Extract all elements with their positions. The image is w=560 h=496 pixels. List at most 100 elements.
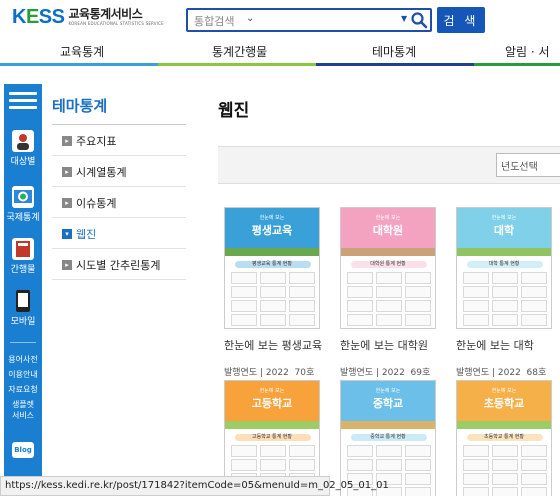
quick-link-data-request[interactable]: 자료요청 — [4, 384, 42, 395]
sidebar-item-key-indicators[interactable]: ▸ 주요지표 — [52, 125, 186, 156]
sidebar-item-label: 시계열통계 — [76, 166, 127, 179]
gnb-item-notice[interactable]: 알림 · 서 — [505, 43, 550, 60]
gnb-item-publications[interactable]: 통계간행물 — [212, 43, 267, 60]
sidebar-item-label: 이슈통계 — [76, 197, 117, 210]
quick-item-label: 대상별 — [10, 157, 36, 167]
search-category-chevron-icon[interactable]: ⌄ — [246, 13, 254, 24]
cover-subtitle: 한눈에 보는 — [491, 388, 517, 394]
cover-stat-cell — [463, 300, 489, 312]
meta-issue: 68호 — [526, 368, 547, 378]
cover-stat-cell — [289, 272, 315, 284]
quick-item-international[interactable]: 국제통계 — [4, 186, 42, 223]
cover-stat-cell — [405, 487, 431, 496]
cover-title: 평생교육 — [251, 224, 293, 237]
webzine-cover-image[interactable]: 한눈에 보는대학원대학원 통계 현황 — [340, 207, 436, 329]
search-icon[interactable] — [410, 11, 428, 29]
quick-item-publications[interactable]: 간행물 — [4, 238, 42, 275]
cover-stat-cell — [260, 445, 286, 457]
meta-year: 2022 — [265, 368, 289, 378]
page-title: 웹진 — [218, 101, 250, 121]
cover-subtitle: 한눈에 보는 — [375, 215, 401, 221]
quick-item-label: 간행물 — [10, 265, 36, 275]
cover-stat-cell — [231, 459, 257, 471]
logo-subtitle: KOREAN EDUCATIONAL STATISTICS SERVICE — [68, 21, 164, 26]
cover-title: 대학 — [493, 224, 515, 237]
cover-stat-cell — [289, 314, 315, 326]
cover-subtitle: 한눈에 보는 — [259, 388, 285, 394]
cover-subtitle: 한눈에 보는 — [259, 215, 285, 221]
gnb-color-bar — [158, 63, 316, 66]
search-button[interactable]: 검 색 — [437, 7, 485, 33]
meta-label: 발행연도 — [224, 368, 258, 378]
cover-band-label: 중학교 통계 현황 — [370, 434, 406, 440]
sidebar-item-webzine[interactable]: ▾ 웹진 — [52, 218, 186, 249]
search-input[interactable]: 통합검색 ⌄ ▼ — [186, 8, 432, 32]
sidebar-item-regional-stats[interactable]: ▸ 시도별 간추린통계 — [52, 249, 186, 280]
quick-item-mobile[interactable]: 모바일 — [4, 290, 42, 327]
sidebar-item-label: 주요지표 — [76, 135, 117, 148]
cover-stat-cell — [521, 314, 547, 326]
quick-item-target[interactable]: 대상별 — [4, 130, 42, 167]
cover-band-label: 고등학교 통계 현황 — [252, 434, 292, 440]
webzine-cover-image[interactable]: 한눈에 보는 초등학교 초등학교 통계 현황 — [456, 380, 552, 496]
cover-stat-cell — [521, 445, 547, 457]
year-select[interactable]: 년도선택 — [496, 153, 560, 177]
cover-stat-cell — [347, 272, 373, 284]
webzine-cover-image[interactable]: 한눈에 보는 평생교육 평생교육 통계 현황 — [224, 207, 320, 329]
cover-stat-cell — [289, 445, 315, 457]
cover-stat-cell — [405, 272, 431, 284]
globe-icon — [12, 186, 34, 208]
quick-sidebar: 대상별 국제통계 간행물 모바일 용어사전 이용안내 자료요청 생플렛 서비스 … — [4, 84, 42, 496]
cover-stat-cell — [492, 487, 518, 496]
cover-stat-cell — [405, 445, 431, 457]
cover-stat-cell — [260, 314, 286, 326]
logo-title: 교육통계서비스 — [68, 7, 143, 21]
cover-stat-cell — [231, 300, 257, 312]
cover-stat-cell — [463, 445, 489, 457]
site-header: KESS 교육통계서비스 KOREAN EDUCATIONAL STATISTI… — [0, 0, 560, 38]
webzine-title[interactable]: 한눈에 보는 대학 — [456, 337, 560, 353]
cover-stat-cell — [521, 286, 547, 298]
site-logo[interactable]: KESS 교육통계서비스 KOREAN EDUCATIONAL STATISTI… — [12, 6, 164, 29]
cover-stat-cell — [492, 300, 518, 312]
quick-item-label: 모바일 — [10, 317, 36, 327]
cover-stat-cell — [463, 272, 489, 284]
chevron-right-icon: ▸ — [62, 198, 72, 208]
menu-icon[interactable] — [9, 92, 37, 114]
chevron-right-icon: ▸ — [62, 260, 72, 270]
cover-stat-cell — [376, 272, 402, 284]
gnb-color-bar — [0, 63, 158, 66]
sidebar-item-issue-stats[interactable]: ▸ 이슈통계 — [52, 187, 186, 218]
gnb-item-theme-stats[interactable]: 테마통계 — [372, 43, 416, 60]
webzine-cover-image[interactable]: 한눈에 보는 대학 대학 통계 현황 — [456, 207, 552, 329]
webzine-cover-image[interactable]: 한눈에 보는 중학교 중학교 통계 현황 — [340, 380, 436, 496]
meta-year: 2022 — [381, 368, 405, 378]
search-dropdown-icon[interactable]: ▼ — [401, 14, 407, 23]
gnb-item-education-stats[interactable]: 교육통계 — [60, 43, 104, 60]
cover-stat-cell — [347, 286, 373, 298]
cover-stat-cell — [521, 272, 547, 284]
blog-icon[interactable]: Blog — [12, 442, 34, 458]
cover-subtitle: 한눈에 보는 — [375, 388, 401, 394]
quick-link-glossary[interactable]: 용어사전 — [4, 354, 42, 365]
gnb-color-bar — [474, 63, 560, 66]
mobile-icon — [16, 290, 30, 312]
chevron-right-icon: ▸ — [62, 136, 72, 146]
cover-stat-cell — [492, 473, 518, 485]
cover-stat-cell — [376, 300, 402, 312]
meta-issue: 70호 — [294, 368, 315, 378]
quick-link-service[interactable]: 생플렛 — [4, 399, 42, 410]
search-placeholder: 통합검색 — [194, 15, 235, 28]
cover-stat-cell — [289, 286, 315, 298]
cover-band-label: 초등학교 통계 현황 — [484, 434, 524, 440]
cover-stat-cell — [521, 459, 547, 471]
cover-stat-cell — [463, 487, 489, 496]
cover-stat-cell — [289, 300, 315, 312]
sidebar-item-time-series[interactable]: ▸ 시계열통계 — [52, 156, 186, 187]
cover-title: 대학원 — [372, 224, 404, 237]
cover-stat-cell — [463, 314, 489, 326]
cover-band-label: 대학 통계 현황 — [488, 261, 520, 267]
cover-band-label: 대학원 통계 현황 — [370, 261, 406, 267]
quick-link-guide[interactable]: 이용안내 — [4, 369, 42, 380]
quick-link-service-label: 서비스 — [11, 411, 35, 420]
